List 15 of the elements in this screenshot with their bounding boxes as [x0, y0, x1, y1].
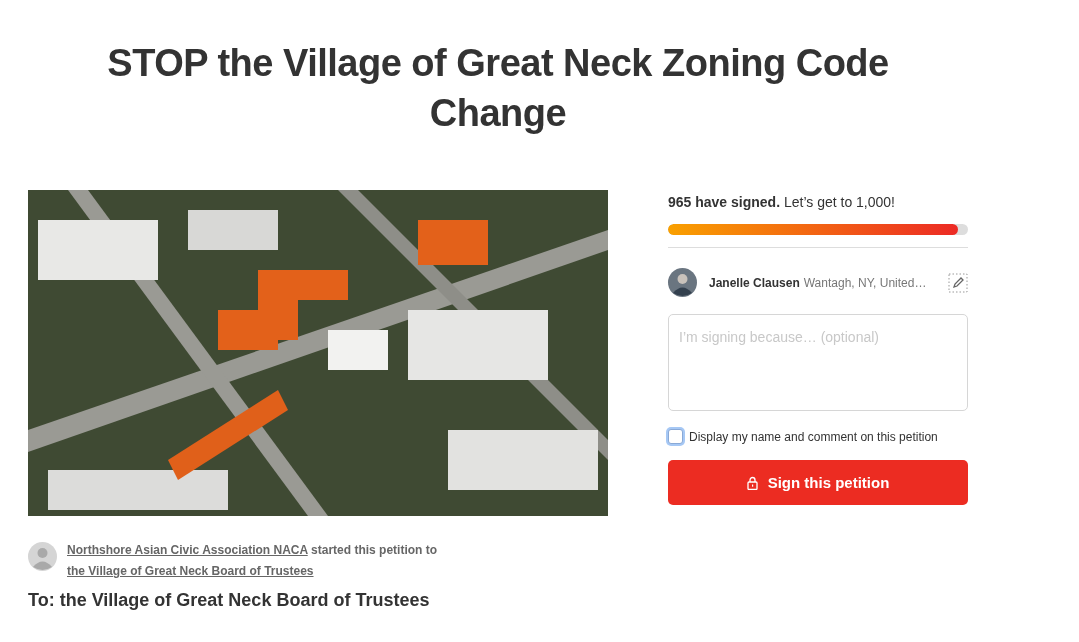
- petition-title: STOP the Village of Great Neck Zoning Code Change: [106, 41, 890, 136]
- avatar-icon: [28, 542, 57, 571]
- avatar-icon: [668, 268, 697, 297]
- signer-location: Wantagh, NY, United…: [803, 275, 927, 290]
- signer-name: Janelle Clausen: [709, 275, 800, 290]
- signature-count: 965 have signed. Let’s get to 1,000!: [668, 193, 896, 212]
- recipient-heading: To: the Village of Great Neck Board of Trustees: [28, 590, 431, 611]
- pencil-icon[interactable]: [948, 272, 968, 293]
- sign-button[interactable]: Sign this petition: [668, 460, 968, 505]
- starter-text: Northshore Asian Civic Association NACA started this petition to the Village of Great Neck Board of Trustees: [67, 542, 439, 580]
- checkbox-label: Display my name and comment on this petition: [689, 429, 938, 444]
- lock-icon: [746, 475, 758, 490]
- author-link[interactable]: Northshore Asian Civic Association NACA: [67, 543, 308, 557]
- checkbox[interactable]: [668, 429, 683, 444]
- recipient-link[interactable]: the Village of Great Neck Board of Trustees: [67, 564, 314, 578]
